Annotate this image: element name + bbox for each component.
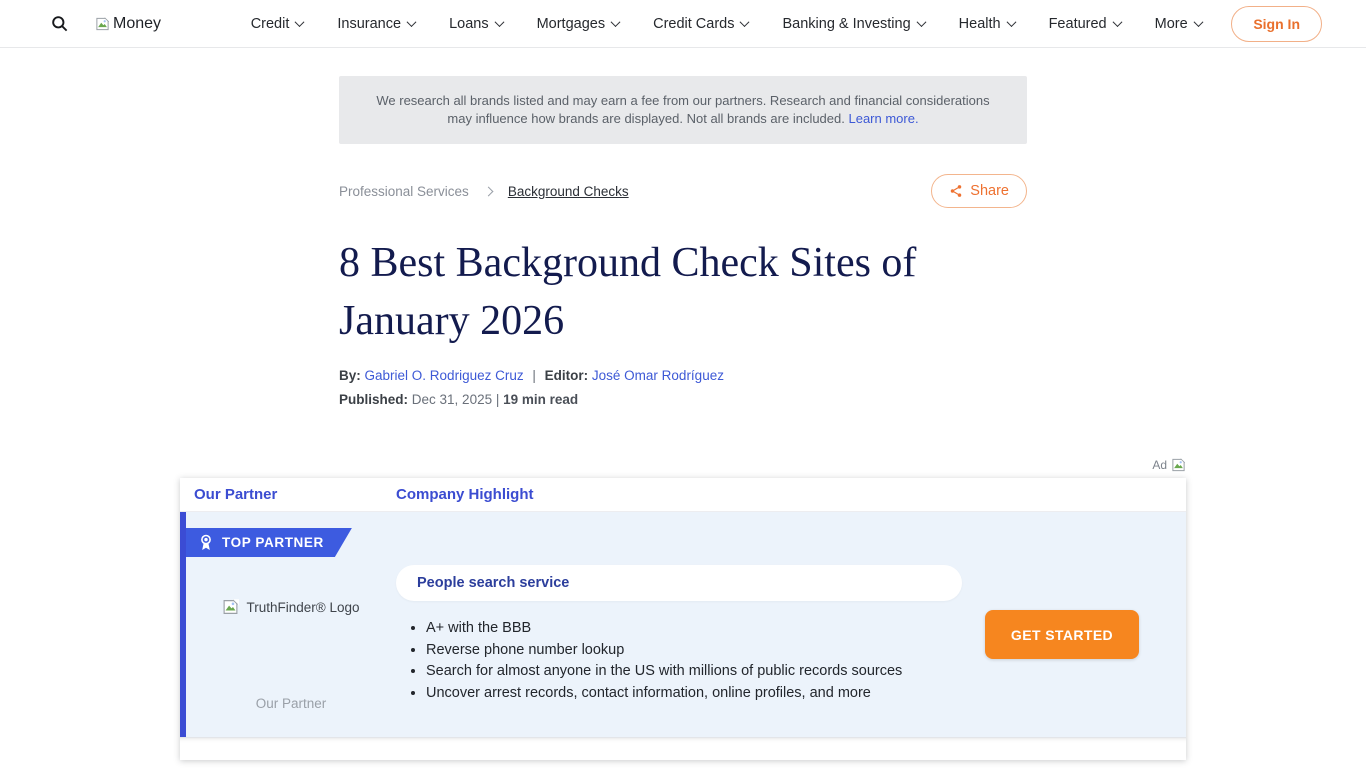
partner-row: TOP PARTNER TruthFinder® Logo Our Partne… [180,512,1186,737]
nav-item-banking-investing[interactable]: Banking & Investing [782,16,924,32]
chevron-down-icon [740,17,750,27]
nav-item-health[interactable]: Health [959,16,1015,32]
highlight-bullet: Uncover arrest records, contact informat… [426,683,962,705]
chevron-down-icon [1112,17,1122,27]
money-logo[interactable]: Money [95,15,161,33]
partner-logo-column: TruthFinder® Logo Our Partner [186,512,396,737]
highlight-title: People search service [417,575,569,591]
chevron-down-icon [1193,17,1203,27]
by-label: By: [339,368,361,383]
breadcrumb: Professional Services Background Checks [339,184,629,199]
main-nav: Credit Insurance Loans Mortgages Credit … [191,16,1202,32]
top-navigation-bar: Money Credit Insurance Loans Mortgages C… [0,0,1366,48]
ad-label: Ad [1152,458,1167,472]
chevron-down-icon [1006,17,1016,27]
ad-disclosure: Ad [180,457,1186,473]
highlight-title-pill: People search service [396,565,962,601]
breadcrumb-professional-services[interactable]: Professional Services [339,184,469,199]
logo-alt-text: TruthFinder® Logo [246,600,359,615]
editor-link[interactable]: José Omar Rodríguez [592,368,724,383]
nav-item-credit-cards[interactable]: Credit Cards [653,16,748,32]
editor-label: Editor: [545,368,589,383]
nav-item-mortgages[interactable]: Mortgages [537,16,620,32]
nav-item-more[interactable]: More [1155,16,1202,32]
top-partner-card: Our Partner Company Highlight TOP PARTNE… [180,478,1186,760]
our-partner-caption: Our Partner [256,696,327,711]
author-link[interactable]: Gabriel O. Rodriguez Cruz [365,368,524,383]
breadcrumb-background-checks[interactable]: Background Checks [508,184,629,199]
share-label: Share [970,183,1009,199]
company-highlight-column: People search service A+ with the BBB Re… [396,512,1186,737]
logo-alt-text: Money [113,15,161,33]
get-started-button[interactable]: GET STARTED [985,610,1139,659]
highlight-bullet: A+ with the BBB [426,618,962,640]
our-partner-header: Our Partner [194,486,277,503]
chevron-down-icon [916,17,926,27]
search-icon[interactable] [50,14,69,33]
nav-item-loans[interactable]: Loans [449,16,503,32]
company-highlight-header: Company Highlight [396,486,534,503]
broken-image-icon [1171,457,1186,473]
chevron-down-icon [611,17,621,27]
byline: By: Gabriel O. Rodriguez Cruz | Editor: … [339,368,1027,383]
sign-in-button[interactable]: Sign In [1231,6,1322,42]
partner-table-header: Our Partner Company Highlight [180,478,1186,512]
broken-image-icon [95,16,110,32]
highlight-bullet: Reverse phone number lookup [426,640,962,662]
learn-more-link[interactable]: Learn more. [848,111,918,126]
published-date: Dec 31, 2025 [412,392,492,407]
nav-item-featured[interactable]: Featured [1049,16,1121,32]
nav-item-credit[interactable]: Credit [251,16,304,32]
read-time: 19 min read [503,392,578,407]
next-table-row [180,737,1186,760]
page-title: 8 Best Background Check Sites of January… [339,234,1027,350]
share-button[interactable]: Share [931,174,1027,208]
chevron-right-icon [483,186,493,196]
broken-image-icon [222,598,239,616]
published-label: Published: [339,392,408,407]
affiliate-disclaimer: We research all brands listed and may ea… [339,76,1027,144]
highlight-bullet: Search for almost anyone in the US with … [426,661,962,683]
chevron-down-icon [407,17,417,27]
truthfinder-logo[interactable]: TruthFinder® Logo [222,598,359,616]
nav-item-insurance[interactable]: Insurance [337,16,415,32]
highlight-bullets: A+ with the BBB Reverse phone number loo… [426,618,962,704]
chevron-down-icon [494,17,504,27]
share-icon [949,184,963,198]
published-line: Published: Dec 31, 2025 | 19 min read [339,392,1027,407]
chevron-down-icon [295,17,305,27]
